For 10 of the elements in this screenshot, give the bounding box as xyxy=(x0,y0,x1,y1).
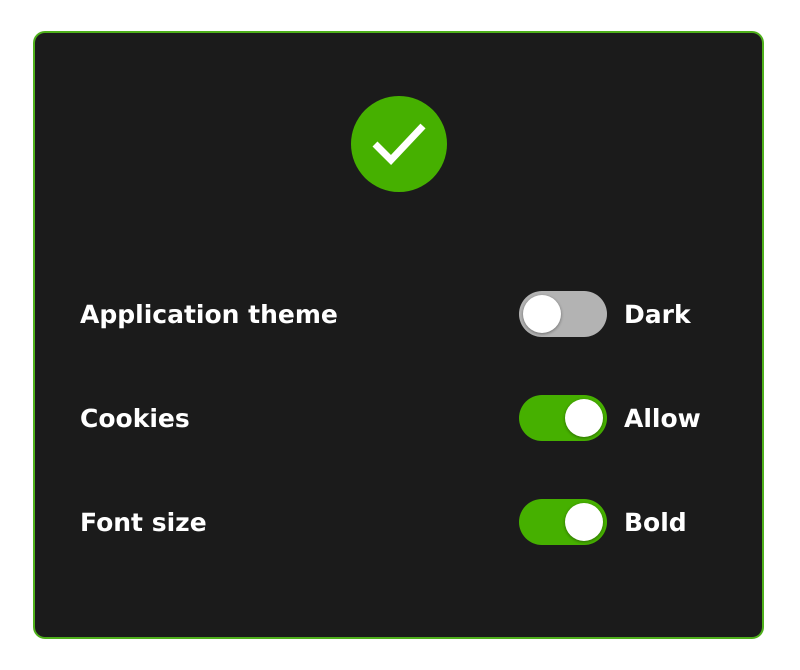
setting-label: Font size xyxy=(80,508,208,536)
checkmark-icon xyxy=(350,96,446,192)
setting-label: Application theme xyxy=(80,300,339,328)
toggle-switch[interactable] xyxy=(519,291,607,337)
toggle-switch[interactable] xyxy=(519,499,607,545)
setting-value: Dark xyxy=(624,300,691,328)
toggle-switch[interactable] xyxy=(519,395,607,441)
setting-value: Bold xyxy=(624,508,687,536)
setting-value: Allow xyxy=(624,404,701,432)
setting-label: Cookies xyxy=(80,404,191,432)
